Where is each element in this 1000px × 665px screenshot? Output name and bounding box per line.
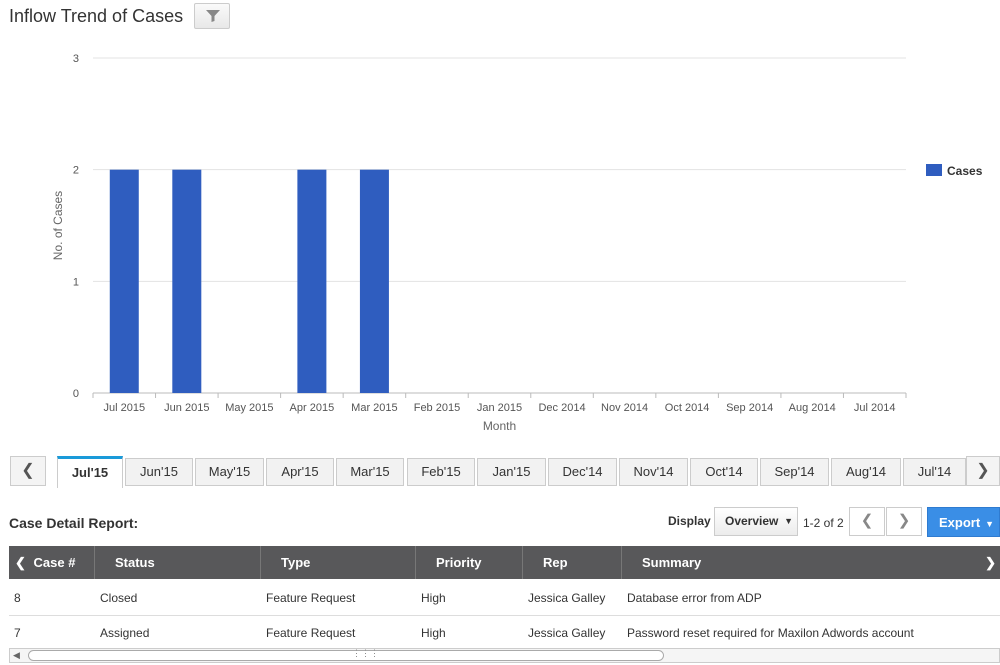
x-axis-label: Month — [483, 419, 516, 433]
chevron-right-icon: ❯ — [976, 462, 990, 479]
page-count: 1-2 of 2 — [803, 516, 844, 530]
export-button[interactable]: Export ▼ — [927, 507, 1000, 537]
column-header-priority[interactable]: Priority — [416, 546, 523, 579]
column-header-status[interactable]: Status — [95, 546, 261, 579]
display-select[interactable]: Overview ▼ — [714, 507, 798, 536]
y-tick-label: 3 — [73, 53, 79, 65]
column-header-summary[interactable]: Summary ❯ — [622, 546, 1000, 579]
tab-month[interactable]: Jun'15 — [125, 458, 193, 486]
cell-status: Closed — [100, 591, 138, 605]
bar — [109, 169, 139, 393]
cell-summary: Database error from ADP — [627, 591, 762, 605]
inflow-chart: 0 1 2 3 Jul 2015 Jun 2015 May 2015 Apr 2015 Mar … — [51, 53, 983, 433]
tabs-prev-button[interactable]: ❮ — [10, 456, 46, 486]
legend-label: Cases — [947, 164, 983, 178]
cell-priority: High — [421, 626, 446, 640]
tabs-next-button[interactable]: ❯ — [966, 456, 1000, 486]
tab-month[interactable]: Mar'15 — [336, 458, 404, 486]
grip-icon: ⋮⋮⋮ — [352, 648, 379, 658]
tab-month[interactable]: Oct'14 — [690, 458, 758, 486]
y-axis-label: No. of Cases — [51, 191, 65, 260]
cell-status: Assigned — [100, 626, 150, 640]
tab-month[interactable]: Nov'14 — [619, 458, 688, 486]
table-row[interactable]: 8 Closed Feature Request High Jessica Ga… — [9, 581, 1000, 616]
x-tick-label: Jan 2015 — [477, 402, 522, 414]
x-tick-label: Dec 2014 — [538, 402, 585, 414]
bar — [297, 169, 327, 393]
horizontal-scrollbar[interactable]: ◀ ⋮⋮⋮ — [9, 648, 1000, 663]
legend-swatch — [926, 164, 942, 176]
x-tick-label: May 2015 — [225, 402, 273, 414]
x-tick-label: Nov 2014 — [601, 402, 648, 414]
column-header-type[interactable]: Type — [261, 546, 416, 579]
x-tick-label: Mar 2015 — [351, 402, 397, 414]
bar — [359, 169, 389, 393]
column-label: Summary — [642, 555, 702, 570]
x-tick-label: Feb 2015 — [414, 402, 460, 414]
cell-case: 7 — [14, 626, 21, 640]
export-label: Export — [939, 515, 981, 530]
tab-month[interactable]: Jul'15 — [57, 456, 123, 488]
prev-page-button[interactable]: ❮ — [849, 507, 885, 536]
caret-down-icon: ▼ — [985, 519, 995, 529]
display-label: Display — [668, 514, 711, 528]
table-row[interactable]: 7 Assigned Feature Request High Jessica … — [9, 616, 1000, 648]
chevron-left-icon: ❮ — [21, 462, 35, 479]
report-title: Case Detail Report: — [9, 515, 139, 531]
x-tick-label: Jun 2015 — [164, 402, 209, 414]
cell-case: 8 — [14, 591, 21, 605]
cell-type: Feature Request — [266, 591, 356, 605]
filter-icon — [206, 10, 220, 22]
column-header-rep[interactable]: Rep — [523, 546, 622, 579]
x-tick-label: Jul 2015 — [103, 402, 145, 414]
table-header: ❮ Case # Status Type Priority Rep Summar… — [9, 546, 1000, 579]
tab-month[interactable]: May'15 — [195, 458, 264, 486]
tab-month[interactable]: Aug'14 — [831, 458, 901, 486]
chevron-left-icon: ❮ — [860, 512, 874, 529]
cell-rep: Jessica Galley — [528, 626, 606, 640]
display-select-value: Overview — [725, 514, 779, 528]
filter-button[interactable] — [194, 3, 230, 29]
chevron-right-icon: ❯ — [897, 512, 911, 529]
x-tick-label: Sep 2014 — [726, 402, 773, 414]
scroll-left-icon[interactable]: ◀ — [13, 649, 20, 662]
scrollbar-thumb[interactable]: ⋮⋮⋮ — [28, 648, 664, 661]
y-tick-label: 2 — [73, 165, 79, 177]
x-tick-label: Apr 2015 — [290, 402, 335, 414]
x-tick-label: Aug 2014 — [789, 402, 836, 414]
y-tick-label: 1 — [73, 276, 79, 288]
x-tick-label: Oct 2014 — [665, 402, 710, 414]
cell-summary: Password reset required for Maxilon Adwo… — [627, 626, 914, 640]
tab-month[interactable]: Dec'14 — [548, 458, 617, 486]
month-tabs: ❮ Jul'15 Jun'15 May'15 Apr'15 Mar'15 Feb'15 Ja… — [10, 456, 1000, 488]
next-page-button[interactable]: ❯ — [886, 507, 922, 536]
tab-month[interactable]: Feb'15 — [407, 458, 475, 486]
chevron-right-icon: ❯ — [985, 555, 996, 570]
tab-month[interactable]: Jul'14 — [903, 458, 966, 486]
page-title: Inflow Trend of Cases — [9, 6, 184, 26]
bar — [172, 169, 202, 393]
x-tick-label: Jul 2014 — [854, 402, 896, 414]
column-header-case[interactable]: ❮ Case # — [9, 546, 95, 579]
tab-month[interactable]: Jan'15 — [477, 458, 546, 486]
y-tick-label: 0 — [73, 388, 79, 400]
cell-rep: Jessica Galley — [528, 591, 606, 605]
column-label: Case # — [33, 555, 76, 570]
caret-down-icon: ▼ — [784, 516, 793, 526]
chevron-left-icon: ❮ — [15, 555, 26, 570]
cell-type: Feature Request — [266, 626, 356, 640]
cell-priority: High — [421, 591, 446, 605]
tab-month[interactable]: Sep'14 — [760, 458, 829, 486]
tab-month[interactable]: Apr'15 — [266, 458, 334, 486]
